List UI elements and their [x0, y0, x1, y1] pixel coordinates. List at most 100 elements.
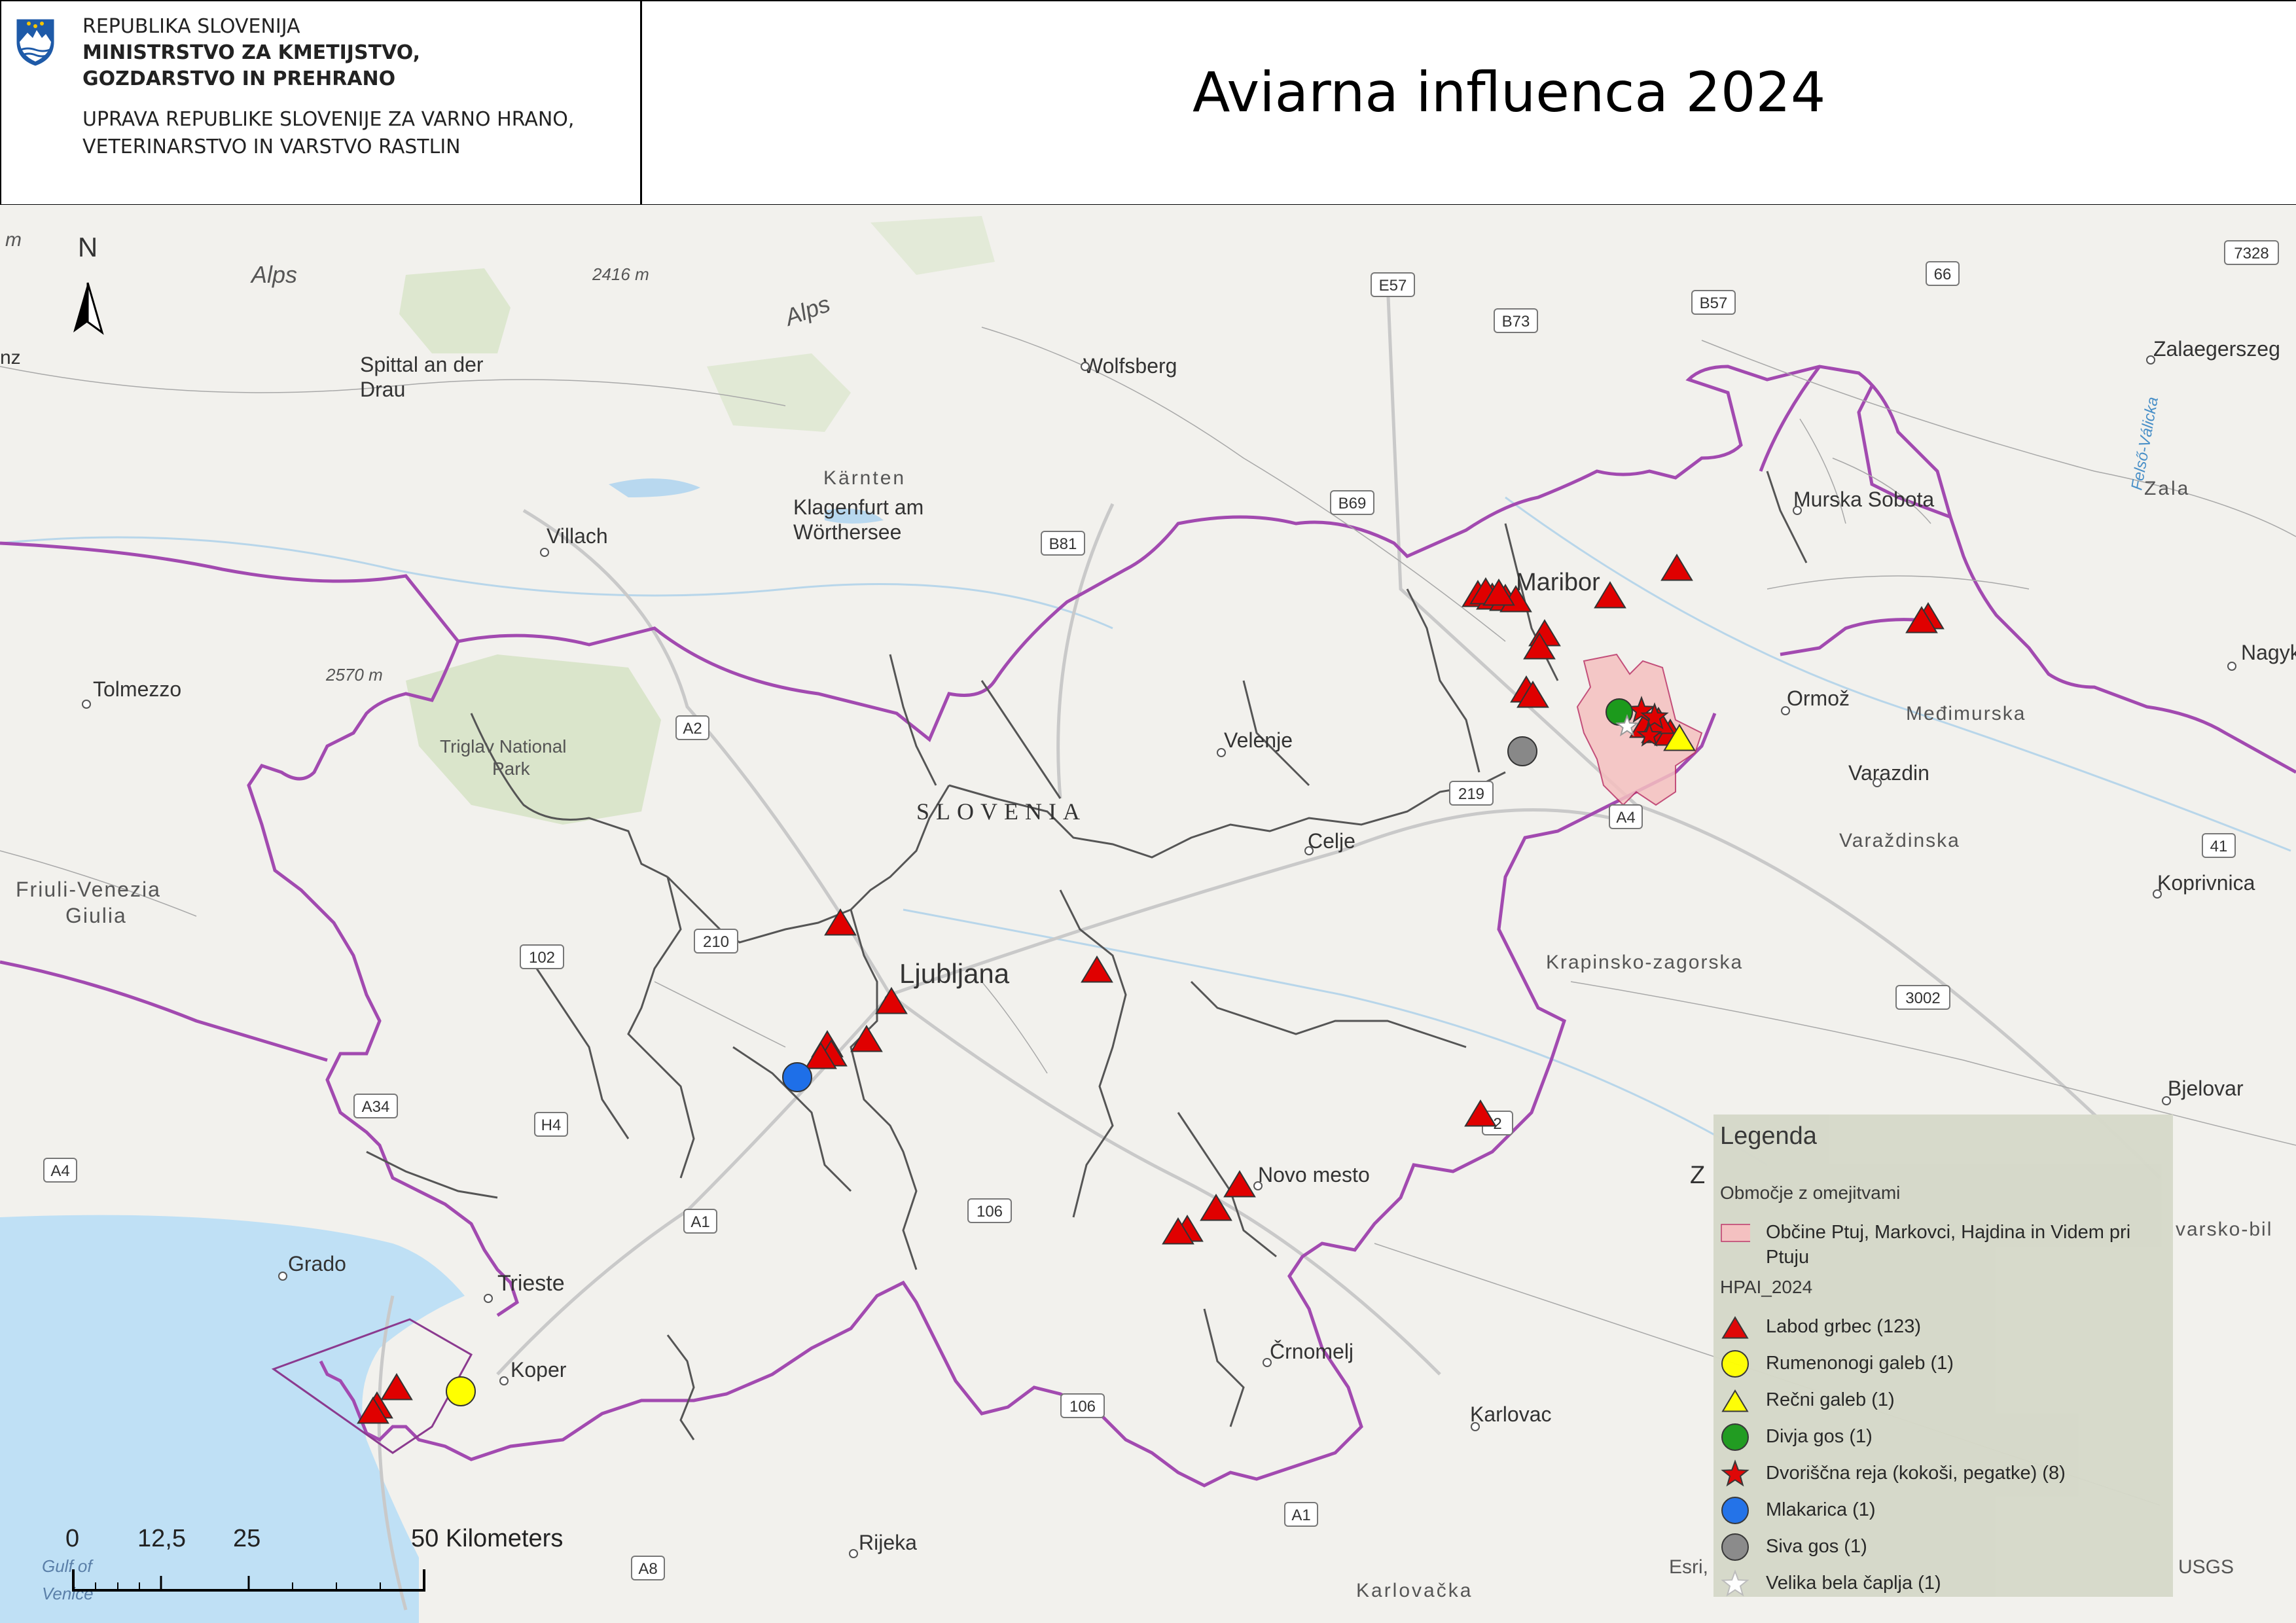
legend-title: Legenda [1720, 1122, 1817, 1150]
legend-item-label: Rumenonogi galeb (1) [1766, 1353, 1954, 1374]
attribution-right: USGS [2178, 1556, 2234, 1578]
city-murska-sobota: Murska Sobota [1793, 488, 1934, 511]
road-shield: 7328 [2224, 240, 2279, 265]
road-shield: A1 [1284, 1502, 1318, 1527]
city-karlovac: Karlovac [1470, 1402, 1552, 1426]
legend-item-label: Labod grbec (123) [1766, 1316, 1921, 1337]
road-shield-label: A4 [1616, 809, 1635, 827]
circle-symbol-icon [1721, 1350, 1749, 1378]
circle-symbol-icon [1721, 1423, 1749, 1451]
ministry-block: REPUBLIKA SLOVENIJA MINISTRSTVO ZA KMETI… [1, 1, 642, 204]
road-shield-label: 210 [703, 933, 729, 951]
city-klagenfurt-2: Wörthersee [793, 520, 901, 544]
circle-symbol-icon [1721, 1497, 1749, 1524]
city-spittal: Spittal an der [360, 353, 484, 376]
city-novo-mesto: Novo mesto [1258, 1163, 1370, 1186]
road-shield-label: B73 [1502, 313, 1530, 330]
region-friuli-2: Giulia [65, 904, 127, 927]
legend-item: Siva gos (1) [1713, 1531, 2172, 1563]
city-spittal-2: Drau [360, 378, 405, 401]
region-karnten: Kärnten [823, 467, 906, 489]
road-shield-label: 66 [1934, 266, 1952, 283]
peak-label: 2416 m [592, 264, 649, 284]
marker-triangle[interactable] [1721, 1316, 1749, 1339]
header-line-administration-2: VETERINARSTVO IN VARSTVO RASTLIN [82, 135, 461, 158]
city-wolfsberg: Wolfsberg [1083, 354, 1177, 378]
road-shield-label: 3002 [1905, 990, 1940, 1007]
road-shield-label: 41 [2210, 838, 2228, 855]
park-triglav: Triglav National [440, 736, 566, 757]
road-shield-label: A1 [691, 1213, 709, 1231]
road-shield-label: B57 [1700, 294, 1728, 312]
legend-item-label: Siva gos (1) [1766, 1536, 1867, 1557]
region-zala: Zala [2144, 478, 2190, 499]
legend-restricted-header: Območje z omejitvami [1720, 1183, 1901, 1203]
marker-circle[interactable] [1721, 1423, 1749, 1451]
marker-star[interactable] [1721, 1459, 1749, 1487]
edge-label: nz [0, 347, 21, 368]
marker-circle[interactable] [1721, 1497, 1749, 1524]
scale-25: 25 [233, 1525, 261, 1552]
legend-item: Dvoriščna reja (kokoši, pegatke) (8) [1713, 1457, 2172, 1490]
scale-bar: 0 12,5 25 50 Kilometers [52, 1525, 563, 1603]
road-shield: H4 [534, 1112, 568, 1137]
road-shield: A4 [43, 1158, 77, 1183]
road-shield-label: 106 [1069, 1398, 1096, 1416]
marker-star[interactable] [1721, 1569, 1749, 1597]
road-shield: B57 [1691, 290, 1736, 315]
legend-item-label: Mlakarica (1) [1766, 1499, 1876, 1520]
legend-item-label: Divja gos (1) [1766, 1426, 1873, 1447]
road-shield-label: 7328 [2234, 245, 2269, 262]
attribution-left: Esri, [1669, 1556, 1708, 1578]
marker-triangle[interactable] [1721, 1389, 1749, 1412]
city-trieste: Trieste [497, 1271, 565, 1296]
road-shield-label: A2 [683, 720, 702, 738]
road-shield-label: 219 [1458, 785, 1484, 803]
road-shield: 106 [1060, 1393, 1105, 1418]
legend-item: Velika bela čaplja (1) [1713, 1567, 2172, 1600]
star-symbol-icon [1721, 1459, 1749, 1487]
legend-item: Rumenonogi galeb (1) [1713, 1347, 2172, 1380]
road-shield: A8 [631, 1556, 665, 1580]
map-header: REPUBLIKA SLOVENIJA MINISTRSTVO ZA KMETI… [0, 0, 2296, 205]
city-tolmezzo: Tolmezzo [93, 677, 181, 701]
road-shield-label: 102 [529, 949, 555, 967]
legend-hpai-header: HPAI_2024 [1720, 1277, 1813, 1297]
scale-0: 0 [65, 1525, 80, 1552]
road-shield-label: A8 [638, 1560, 657, 1578]
road-shield: 66 [1926, 261, 1960, 286]
region-medimurska: Međimurska [1906, 703, 2026, 724]
marker-circle[interactable] [782, 1062, 812, 1092]
road-shield: 102 [520, 944, 564, 969]
road-shield-label: A34 [362, 1098, 390, 1116]
slovenia-crest-icon [14, 17, 56, 68]
triangle-symbol-icon [1721, 1316, 1749, 1339]
legend-item: Rečni galeb (1) [1713, 1384, 2172, 1417]
legend-item-label: Rečni galeb (1) [1766, 1389, 1895, 1410]
road-shield-label: A4 [50, 1162, 69, 1180]
road-shield-label: B69 [1338, 495, 1367, 512]
city-koper: Koper [511, 1358, 567, 1382]
road-shield: 219 [1449, 781, 1494, 806]
city-nagy: Nagyk [2241, 641, 2296, 664]
road-shield: A2 [675, 715, 709, 740]
legend-restricted-label: Občine Ptuj, Markovci, Hajdina in Videm … [1766, 1222, 2131, 1243]
restricted-area-swatch [1721, 1224, 1750, 1242]
marker-circle[interactable] [1721, 1350, 1749, 1378]
marker-circle[interactable] [446, 1376, 476, 1406]
city-varazdin: Varazdin [1848, 761, 1929, 785]
marker-circle[interactable] [1507, 736, 1537, 766]
page-title: Aviarna influenca 2024 [1193, 60, 1826, 124]
marker-circle[interactable] [1721, 1533, 1749, 1561]
road-shield: A4 [1609, 804, 1643, 829]
road-shield: 106 [967, 1198, 1012, 1223]
city-celje: Celje [1308, 829, 1355, 853]
legend-item-label: Velika bela čaplja (1) [1766, 1573, 1941, 1594]
region-friuli: Friuli-Venezia [16, 878, 161, 901]
star-symbol-icon [1721, 1569, 1749, 1597]
legend-item-restricted: Občine Ptuj, Markovci, Hajdina in Videm … [1713, 1217, 2172, 1268]
edge-label: varsko-bil [2176, 1219, 2272, 1240]
road-shield-label: E57 [1379, 277, 1407, 294]
city-bjelovar: Bjelovar [2168, 1077, 2244, 1100]
region-varazdinska: Varaždinska [1839, 830, 1960, 851]
